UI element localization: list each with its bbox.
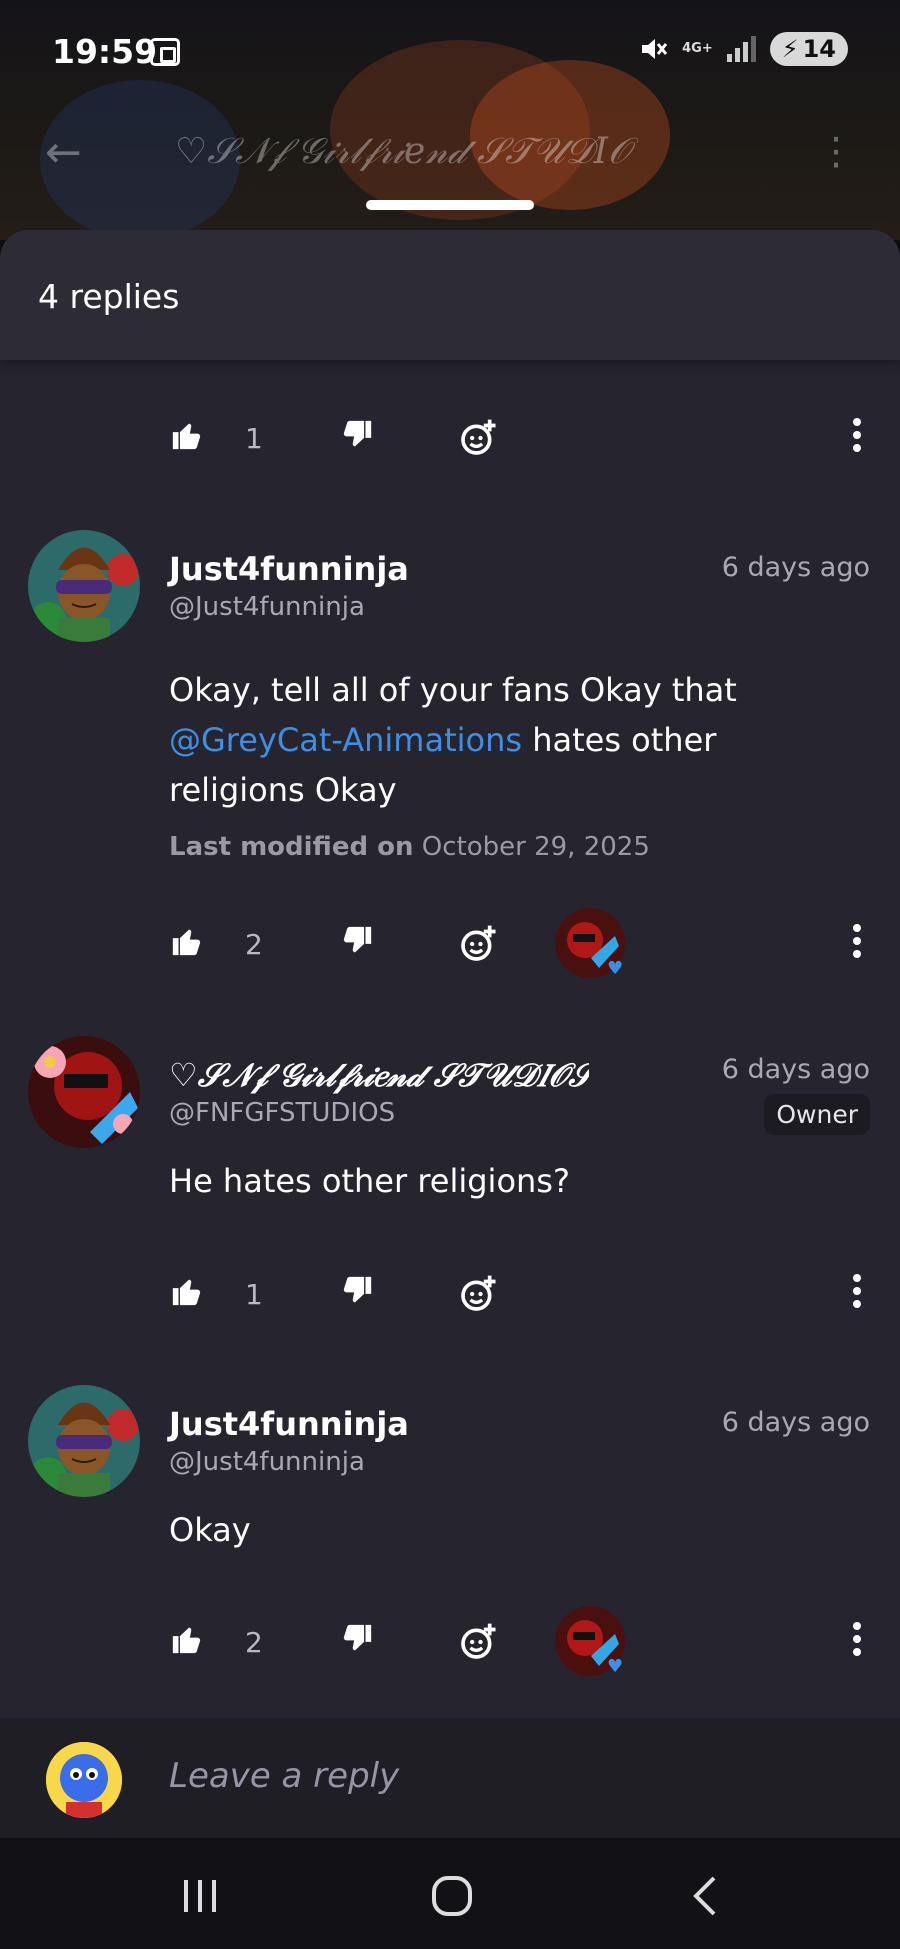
mute-icon bbox=[642, 39, 668, 59]
network-type: 4G+ bbox=[682, 41, 713, 56]
comment-text: Okay bbox=[169, 1511, 251, 1549]
app-title: ♡𝒮𝒩𝒻 𝒢𝒾𝓇𝓁𝒻𝓇𝒾𝑒𝓃𝒹 𝒮𝒯𝒰𝒟𝐼𝒪 bbox=[175, 131, 631, 172]
like-icon[interactable] bbox=[170, 1274, 204, 1308]
last-modified-note: Last modified on October 29, 2025 bbox=[169, 832, 650, 862]
comment-text: He hates other religions? bbox=[169, 1162, 570, 1200]
back-icon[interactable] bbox=[690, 1876, 720, 1916]
comment-actions: 2 ♥ bbox=[0, 1606, 900, 1677]
like-icon[interactable] bbox=[170, 418, 204, 452]
battery-level: 14 bbox=[802, 35, 836, 63]
last-modified-label: Last modified on bbox=[169, 832, 414, 862]
reply-input[interactable]: Leave a reply bbox=[169, 1756, 399, 1796]
comment-menu-icon[interactable] bbox=[852, 924, 862, 958]
sheet-drag-handle[interactable] bbox=[366, 200, 534, 210]
dislike-icon[interactable] bbox=[340, 1274, 374, 1308]
add-reaction-icon[interactable] bbox=[458, 418, 498, 458]
parent-comment-actions: 1 bbox=[0, 408, 900, 468]
comment-handle[interactable]: @FNFGFSTUDIOS bbox=[169, 1098, 395, 1128]
charging-icon: ⚡ bbox=[781, 35, 799, 63]
more-options-icon[interactable]: ⋮ bbox=[817, 129, 855, 173]
heart-icon: ♥ bbox=[607, 958, 624, 979]
system-nav-bar bbox=[0, 1838, 900, 1949]
comment-username[interactable]: Just4funninja bbox=[169, 1405, 409, 1443]
status-bar: 19:59 4G+ ⚡ 14 bbox=[0, 0, 900, 105]
add-reaction-icon[interactable] bbox=[458, 1274, 498, 1314]
user-mention-link[interactable]: @GreyCat-Animations bbox=[169, 721, 522, 759]
comment-timestamp: 6 days ago bbox=[721, 1407, 870, 1438]
like-count: 2 bbox=[245, 1626, 263, 1659]
signal-icon bbox=[726, 36, 756, 62]
recent-apps-icon[interactable] bbox=[180, 1876, 220, 1916]
comment-text-part: Okay, tell all of your fans Okay that bbox=[169, 671, 737, 709]
comment-username[interactable]: Just4funninja bbox=[169, 550, 409, 588]
dislike-icon[interactable] bbox=[340, 924, 374, 958]
heart-icon: ♥ bbox=[607, 1656, 624, 1677]
comment-handle[interactable]: @Just4funninja bbox=[169, 1447, 365, 1477]
app-bar: ← ♡𝒮𝒩𝒻 𝒢𝒾𝓇𝓁𝒻𝓇𝒾𝑒𝓃𝒹 𝒮𝒯𝒰𝒟𝐼𝒪 ⋮ bbox=[0, 105, 900, 190]
like-icon[interactable] bbox=[170, 1622, 204, 1656]
back-arrow-icon[interactable]: ← bbox=[45, 127, 82, 178]
comment-menu-icon[interactable] bbox=[852, 418, 862, 452]
replies-sheet: 4 replies 1 Just4funninja @Just4funninja… bbox=[0, 230, 900, 1949]
comment-username[interactable]: ♡𝒮𝒩𝒻 𝒢𝒾𝓇𝓁𝒻𝓇𝒾𝑒𝓃𝒹 𝒮𝒯𝒰𝒟𝐼𝒪𝒮♡ (Mu bbox=[169, 1056, 589, 1095]
comment-menu-icon[interactable] bbox=[852, 1274, 862, 1308]
reply-input-bar[interactable]: Leave a reply bbox=[0, 1718, 900, 1838]
avatar[interactable] bbox=[28, 530, 140, 642]
replies-count-title: 4 replies bbox=[38, 277, 180, 316]
comment-menu-icon[interactable] bbox=[852, 1622, 862, 1656]
dislike-icon[interactable] bbox=[340, 418, 374, 452]
comment-actions: 1 bbox=[0, 1264, 900, 1324]
current-user-avatar bbox=[46, 1742, 122, 1818]
dislike-icon[interactable] bbox=[340, 1622, 374, 1656]
like-icon[interactable] bbox=[170, 924, 204, 958]
like-count: 2 bbox=[245, 928, 263, 961]
like-count: 1 bbox=[245, 1278, 263, 1311]
avatar[interactable] bbox=[28, 1036, 140, 1148]
comment-timestamp: 6 days ago bbox=[721, 1054, 870, 1085]
battery-indicator: ⚡ 14 bbox=[769, 32, 848, 66]
comment-text: Okay, tell all of your fans Okay that @G… bbox=[169, 665, 859, 815]
comment-timestamp: 6 days ago bbox=[721, 552, 870, 583]
add-reaction-icon[interactable] bbox=[458, 1622, 498, 1662]
owner-badge: Owner bbox=[764, 1094, 870, 1135]
home-icon[interactable] bbox=[430, 1876, 474, 1916]
last-modified-date: October 29, 2025 bbox=[421, 832, 650, 862]
add-reaction-icon[interactable] bbox=[458, 924, 498, 964]
screen-record-icon bbox=[150, 38, 180, 66]
status-time: 19:59 bbox=[52, 32, 158, 71]
sheet-header: 4 replies bbox=[0, 230, 900, 360]
like-count: 1 bbox=[245, 422, 263, 455]
comment-actions: 2 ♥ bbox=[0, 908, 900, 979]
avatar[interactable] bbox=[28, 1385, 140, 1497]
comment-handle[interactable]: @Just4funninja bbox=[169, 592, 365, 622]
